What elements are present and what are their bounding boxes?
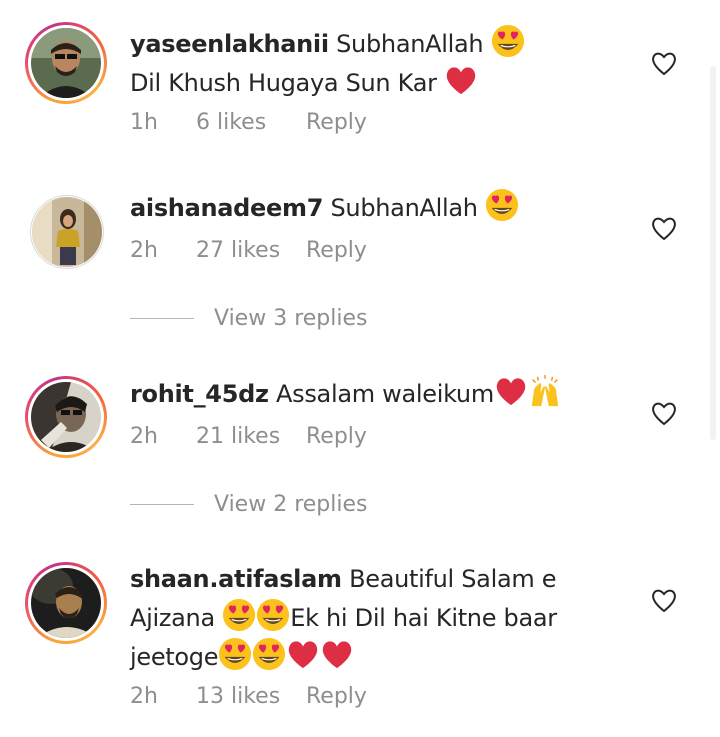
comment-text: Dil Khush Hugaya Sun Kar (130, 69, 437, 97)
view-replies-button[interactable]: View 2 replies (130, 492, 367, 517)
story-ring[interactable] (25, 562, 107, 644)
comment-text: SubhanAllah (330, 194, 478, 222)
comment-time: 1h (130, 110, 158, 135)
heart-eyes-emoji-icon (485, 188, 519, 222)
comment-text: Ajizana (130, 604, 215, 632)
story-ring[interactable] (25, 22, 107, 104)
avatar (32, 197, 102, 267)
username[interactable]: aishanadeem7 (130, 194, 323, 222)
heart-eyes-emoji-icon (252, 637, 286, 671)
divider-line (130, 504, 194, 505)
red-heart-emoji-icon (494, 374, 528, 408)
view-replies-label: View 2 replies (214, 492, 368, 517)
heart-eyes-emoji-icon (218, 637, 252, 671)
comment-time: 2h (130, 684, 158, 709)
divider-line (130, 318, 194, 319)
reply-button[interactable]: Reply (306, 238, 367, 263)
heart-eyes-emoji-icon (256, 598, 290, 632)
avatar-frame[interactable] (30, 195, 104, 269)
username[interactable]: yaseenlakhanii (130, 30, 329, 58)
heart-eyes-emoji-icon (222, 598, 256, 632)
reply-button[interactable]: Reply (306, 110, 367, 135)
view-replies-label: View 3 replies (214, 306, 368, 331)
comment-text: Assalam waleikum (276, 380, 494, 408)
scrollbar[interactable] (710, 66, 716, 440)
comment-text: Beautiful Salam e (349, 565, 557, 593)
likes-count[interactable]: 6 likes (196, 110, 306, 135)
likes-count[interactable]: 21 likes (196, 424, 306, 449)
reply-button[interactable]: Reply (306, 684, 367, 709)
heart-outline-icon[interactable] (650, 215, 678, 241)
red-heart-emoji-icon (444, 63, 478, 97)
view-replies-button[interactable]: View 3 replies (130, 306, 367, 331)
comment-text: SubhanAllah (336, 30, 484, 58)
avatar (31, 28, 101, 98)
comment-text: Ek hi Dil hai Kitne baar (290, 604, 557, 632)
likes-count[interactable]: 13 likes (196, 684, 306, 709)
heart-outline-icon[interactable] (650, 50, 678, 76)
red-heart-emoji-icon (286, 637, 320, 671)
username[interactable]: shaan.atifaslam (130, 565, 342, 593)
username[interactable]: rohit_45dz (130, 380, 269, 408)
comment-text: jeetoge (130, 643, 219, 671)
heart-outline-icon[interactable] (650, 587, 678, 613)
comment-time: 2h (130, 424, 158, 449)
avatar (31, 382, 101, 452)
likes-count[interactable]: 27 likes (196, 238, 306, 263)
red-heart-emoji-icon (320, 637, 354, 671)
reply-button[interactable]: Reply (306, 424, 367, 449)
avatar (31, 568, 101, 638)
heart-eyes-emoji-icon (491, 24, 525, 58)
comment-time: 2h (130, 238, 158, 263)
story-ring[interactable] (25, 376, 107, 458)
heart-outline-icon[interactable] (650, 400, 678, 426)
raising-hands-emoji-icon (528, 374, 562, 408)
